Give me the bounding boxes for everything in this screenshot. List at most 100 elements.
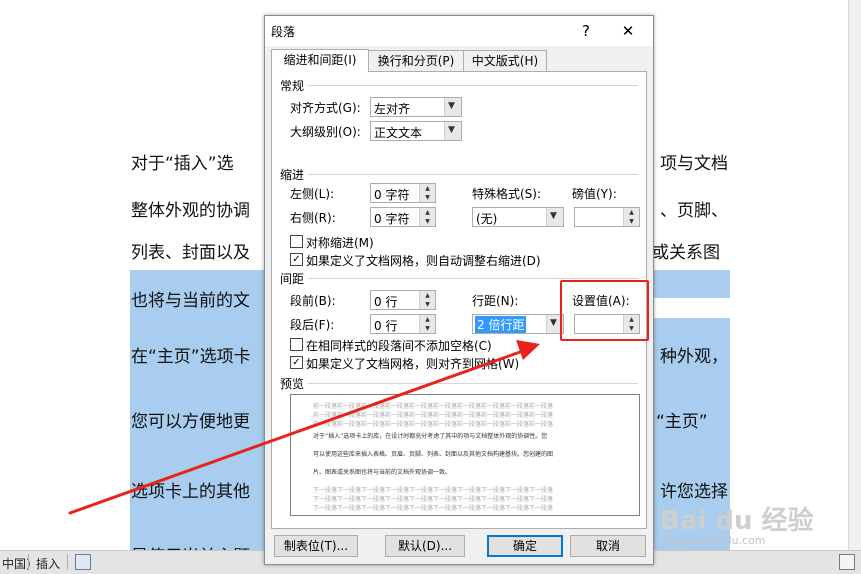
alignment-select[interactable]: 左对齐 ▼ [370,97,462,117]
status-separator [67,554,68,570]
doc-text-line: 在“主页”选项卡 [131,347,251,367]
right-indent-label: 右侧(R): [290,211,336,225]
auto-adjust-indent-label: 如果定义了文档网格，则自动调整右缩进(D) [306,254,541,268]
spinner-buttons[interactable]: ▲ ▼ [623,208,639,226]
left-indent-value: 0 字符 [374,188,410,202]
dropdown-button[interactable]: ▼ [546,208,563,226]
preview-sample-line: 可以使用这些库来插入表格、页眉、页脚、列表、封面以及其他文档构建基块。您创建的图 [313,451,554,458]
snap-to-grid-checkbox[interactable]: ✓ [290,356,303,369]
baidu-watermark: Bai du 经验 jingyan.baidu.com [660,500,840,550]
section-preview: 预览 [280,377,305,391]
indent-by-spinner[interactable]: ▲ ▼ [574,207,640,227]
cancel-button[interactable]: 取消 [570,535,646,557]
special-indent-label: 特殊格式(S): [472,187,542,201]
doc-text-line: 项与文档 [660,154,728,174]
spin-down-icon[interactable]: ▼ [420,193,435,202]
doc-text-line: 种外观， [660,347,728,367]
status-separator [28,554,29,570]
left-indent-spinner[interactable]: 0 字符 ▲ ▼ [370,183,436,203]
dialog-title: 段落 [271,25,296,39]
special-indent-select[interactable]: (无) ▼ [472,207,564,227]
indent-by-label: 磅值(Y): [572,187,617,201]
chevron-down-icon: ▼ [448,101,455,111]
doc-text-line: 许您选择 [660,482,728,502]
space-after-label: 段后(F): [290,318,335,332]
space-before-label: 段前(B): [290,294,336,308]
preview-next-paragraph: 下一段落下一段落下一段落下一段落下一段落下一段落下一段落下一段落下一段落下一段落 [313,505,554,512]
spin-down-icon[interactable]: ▼ [420,300,435,309]
mirror-indent-checkbox[interactable] [290,235,303,248]
alignment-value: 左对齐 [374,102,411,116]
set-default-button[interactable]: 默认(D)... [385,535,465,557]
space-before-spinner[interactable]: 0 行 ▲ ▼ [370,290,436,310]
close-button[interactable]: ✕ [617,20,639,42]
spinner-buttons[interactable]: ▲ ▼ [419,208,435,226]
outline-level-value: 正文文本 [374,126,423,140]
doc-text-line: 也将与当前的文 [131,291,250,311]
help-button[interactable]: ? [575,20,597,42]
tab-indent-spacing[interactable]: 缩进和间距(I) [271,49,369,72]
line-spacing-value: 2 倍行距 [475,316,527,333]
doc-text-line: 或关系图 [652,243,720,263]
watermark-brand: Bai du 经验 [660,506,814,536]
tabs-button[interactable]: 制表位(T)... [274,535,358,557]
preview-sample-line: 片、图表或关系图也将与当前的文档外观协调一致。 [313,469,452,476]
chevron-down-icon: ▼ [550,211,557,221]
spin-down-icon[interactable]: ▼ [624,217,639,226]
space-before-value: 0 行 [374,295,398,309]
text-selection-highlight [652,270,730,298]
doc-text-line: 对于“插入”选 [131,154,234,174]
no-space-same-style-checkbox[interactable] [290,338,303,351]
line-spacing-label: 行距(N): [472,294,519,308]
spinner-buttons[interactable]: ▲ ▼ [419,291,435,309]
status-insert-mode[interactable]: 插入 [36,555,60,572]
preview-prev-paragraph: 前一段落前一段落前一段落前一段落前一段落前一段落前一段落前一段落前一段落前一段落 [313,421,554,428]
left-indent-label: 左侧(L): [290,187,335,201]
preview-next-paragraph: 下一段落下一段落下一段落下一段落下一段落下一段落下一段落下一段落下一段落下一段落 [313,487,554,494]
outline-level-label: 大纲级别(O): [290,125,361,139]
preview-sample-line: 对于“插入”选项卡上的库，在设计时都充分考虑了其中的项与文档整体外观的协调性。您 [313,433,548,440]
space-after-spinner[interactable]: 0 行 ▲ ▼ [370,314,436,334]
annotation-highlight-box [560,280,649,341]
status-language[interactable]: 中国) [2,555,31,572]
preview-prev-paragraph: 前一段落前一段落前一段落前一段落前一段落前一段落前一段落前一段落前一段落前一段落 [313,412,554,419]
special-indent-value: (无) [476,212,498,226]
spinner-buttons[interactable]: ▲ ▼ [419,184,435,202]
space-after-value: 0 行 [374,319,398,333]
ok-button[interactable]: 确定 [487,535,563,557]
doc-text-line: 您可以方便地更 [131,412,250,432]
section-spacing: 间距 [280,272,305,286]
macro-record-icon[interactable] [75,554,91,570]
chevron-down-icon: ▼ [448,125,455,135]
tab-line-page-breaks[interactable]: 换行和分页(P) [368,50,464,71]
doc-text-line: 选项卡上的其他 [131,482,250,502]
watermark-url: jingyan.baidu.com [664,534,766,547]
spin-down-icon[interactable]: ▼ [420,324,435,333]
section-divider [308,85,638,86]
right-indent-spinner[interactable]: 0 字符 ▲ ▼ [370,207,436,227]
snap-to-grid-label: 如果定义了文档网格，则对齐到网格(W) [306,357,520,371]
section-indent: 缩进 [280,168,305,182]
doc-text-line: “主页” [656,412,708,432]
doc-text-line: 整体外观的协调 [131,201,250,221]
doc-text-line: 列表、封面以及 [131,243,250,263]
dialog-titlebar: 段落 ? ✕ [265,16,653,46]
spinner-buttons[interactable]: ▲ ▼ [419,315,435,333]
view-mode-icon[interactable] [839,554,855,570]
dropdown-button[interactable]: ▼ [444,98,461,116]
right-indent-value: 0 字符 [374,212,410,226]
spin-down-icon[interactable]: ▼ [420,217,435,226]
preview-next-paragraph: 下一段落下一段落下一段落下一段落下一段落下一段落下一段落下一段落下一段落下一段落 [313,496,554,503]
dropdown-button[interactable]: ▼ [444,122,461,140]
tab-asian-typography[interactable]: 中文版式(H) [463,50,547,71]
mirror-indent-label: 对称缩进(M) [306,236,374,250]
line-spacing-select[interactable]: 2 倍行距 ▼ [472,314,564,334]
outline-level-select[interactable]: 正文文本 ▼ [370,121,462,141]
section-divider [308,174,638,175]
section-general: 常规 [280,79,305,93]
doc-text-line: 、页脚、 [660,201,728,221]
paragraph-preview: 前一段落前一段落前一段落前一段落前一段落前一段落前一段落前一段落前一段落前一段落… [290,394,640,516]
auto-adjust-indent-checkbox[interactable]: ✓ [290,253,303,266]
vertical-scrollbar[interactable] [848,0,861,550]
preview-prev-paragraph: 前一段落前一段落前一段落前一段落前一段落前一段落前一段落前一段落前一段落前一段落 [313,403,554,410]
